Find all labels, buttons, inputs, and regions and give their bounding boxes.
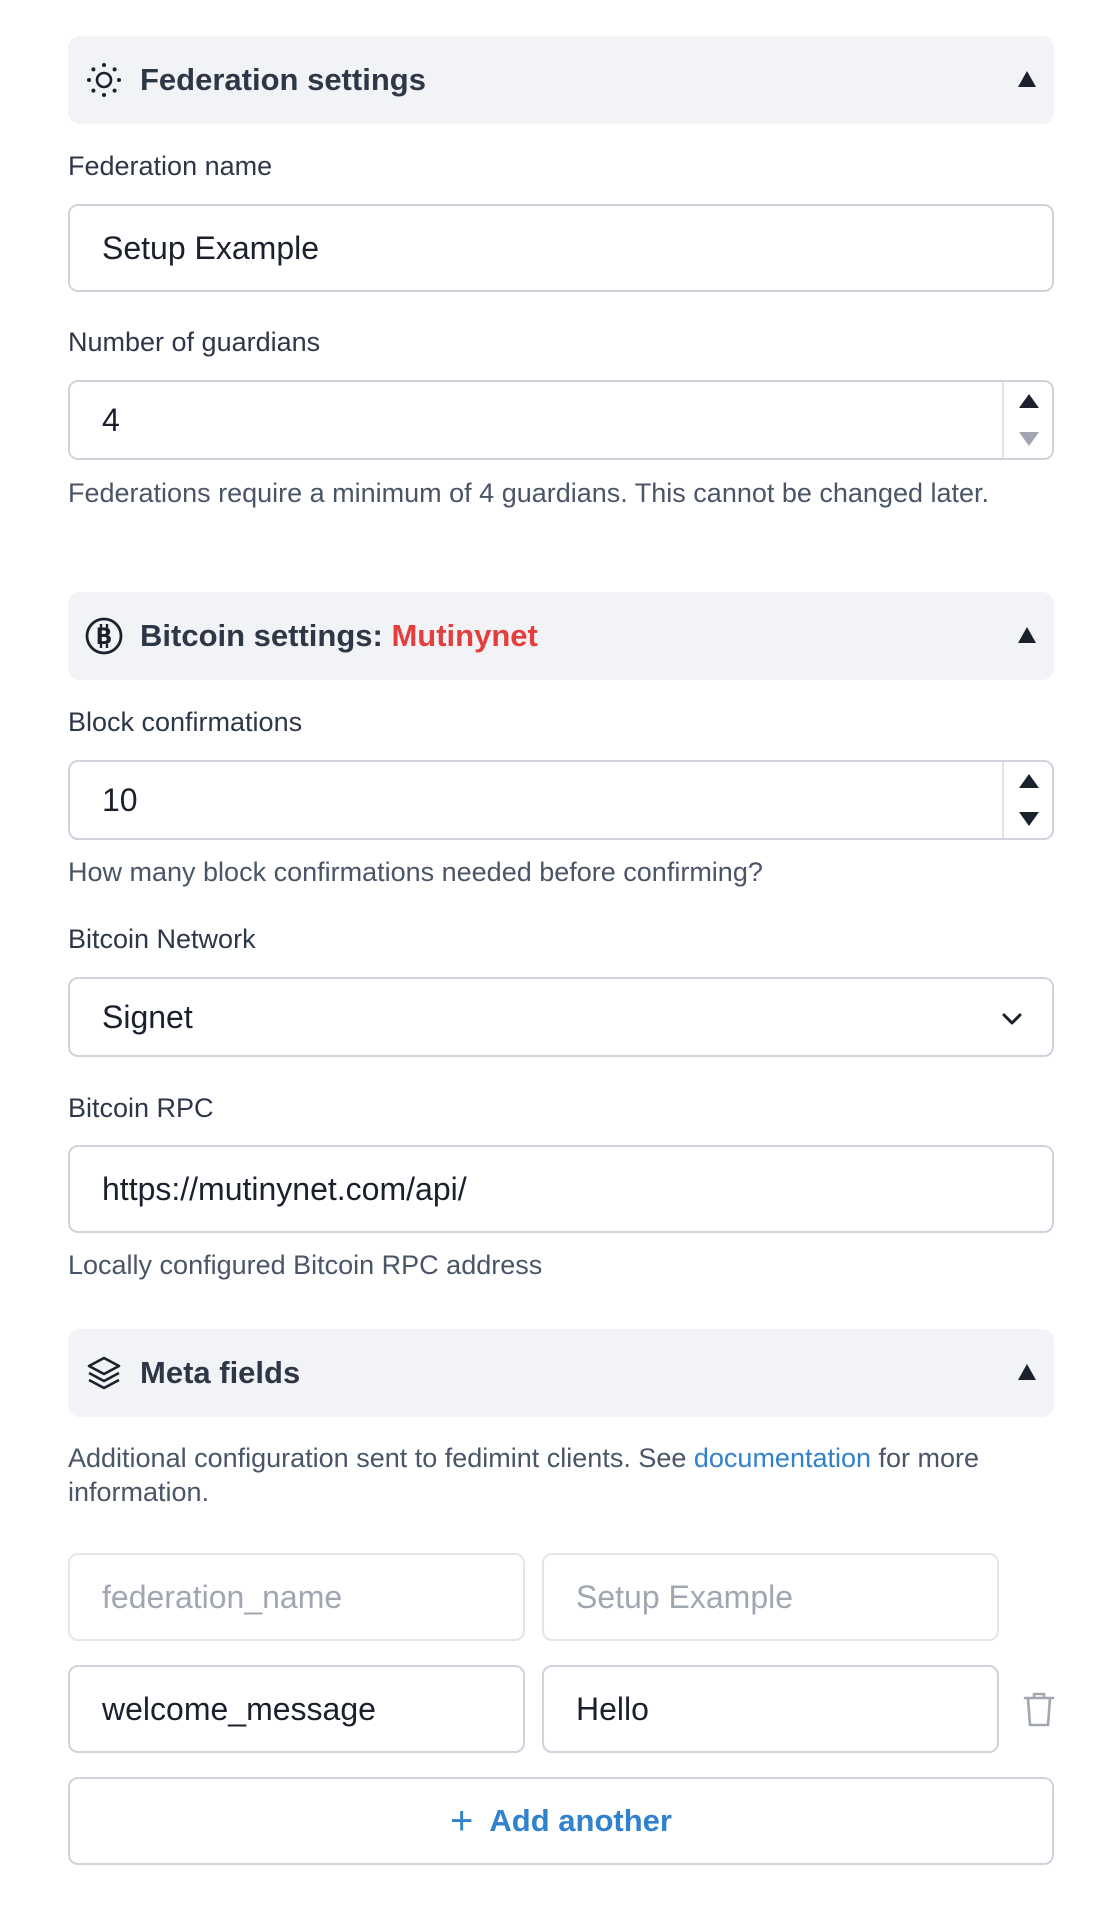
meta-helper: Additional configuration sent to fedimin… [68, 1441, 1058, 1509]
svg-text:B: B [96, 625, 113, 650]
guardians-value: 4 [102, 401, 120, 438]
decrement-icon[interactable] [1019, 432, 1039, 446]
documentation-link[interactable]: documentation [694, 1443, 871, 1473]
meta-value-value: Hello [576, 1690, 649, 1727]
guardians-stepper[interactable] [1002, 382, 1052, 458]
caret-up-icon [1018, 627, 1036, 643]
setup-form: Federation settings Federation name Setu… [0, 0, 1120, 1928]
meta-key-input[interactable]: federation_name [68, 1553, 525, 1641]
increment-icon[interactable] [1019, 774, 1039, 788]
sun-icon [87, 63, 121, 97]
bitcoin-network-label: Bitcoin Network [68, 924, 256, 954]
layers-icon [87, 1356, 121, 1390]
network-selected-value: Signet [102, 998, 193, 1035]
bitcoin-settings-header[interactable]: B Bitcoin settings: Mutinynet [68, 592, 1054, 680]
federation-name-label: Federation name [68, 151, 273, 181]
federation-name-input[interactable]: Setup Example [68, 204, 1054, 292]
bitcoin-rpc-label: Bitcoin RPC [68, 1093, 214, 1123]
confirmations-stepper[interactable] [1002, 762, 1052, 838]
meta-helper-text: Additional configuration sent to fedimin… [68, 1443, 687, 1473]
guardians-helper: Federations require a minimum of 4 guard… [68, 478, 990, 508]
network-badge: Mutinynet [391, 618, 538, 653]
section-title: Bitcoin settings: Mutinynet [140, 592, 538, 680]
federation-settings-header[interactable]: Federation settings [68, 36, 1054, 124]
confirmations-value: 10 [102, 781, 138, 818]
guardians-number-input[interactable]: 4 [68, 380, 1054, 460]
caret-up-icon [1018, 71, 1036, 87]
meta-value-input[interactable]: Setup Example [542, 1553, 999, 1641]
add-another-label: Add another [489, 1803, 672, 1838]
federation-name-value: Setup Example [102, 229, 320, 266]
plus-icon: + [450, 1799, 474, 1843]
rpc-value: https://mutinynet.com/api/ [102, 1170, 467, 1207]
meta-key-value: welcome_message [102, 1690, 376, 1727]
confirmations-helper: How many block confirmations needed befo… [68, 857, 763, 887]
section-title: Federation settings [140, 62, 426, 97]
chevron-down-icon [1002, 1013, 1022, 1025]
block-confirmations-input[interactable]: 10 [68, 760, 1054, 840]
section-title: Meta fields [140, 1355, 301, 1390]
bitcoin-rpc-input[interactable]: https://mutinynet.com/api/ [68, 1145, 1054, 1233]
block-confirmations-label: Block confirmations [68, 707, 303, 737]
meta-key-input[interactable]: welcome_message [68, 1665, 525, 1753]
increment-icon[interactable] [1019, 394, 1039, 408]
add-another-button[interactable]: + Add another [68, 1777, 1054, 1865]
caret-up-icon [1018, 1364, 1036, 1380]
rpc-helper: Locally configured Bitcoin RPC address [68, 1250, 543, 1280]
bitcoin-title-prefix: Bitcoin settings: [140, 618, 383, 653]
trash-icon[interactable] [1022, 1690, 1056, 1728]
guardians-label: Number of guardians [68, 327, 321, 357]
bitcoin-icon: B [85, 617, 123, 655]
bitcoin-network-select[interactable]: Signet [68, 977, 1054, 1057]
meta-value-value: Setup Example [576, 1578, 794, 1615]
meta-fields-header[interactable]: Meta fields [68, 1329, 1054, 1417]
meta-key-value: federation_name [102, 1578, 343, 1615]
meta-value-input[interactable]: Hello [542, 1665, 999, 1753]
decrement-icon[interactable] [1019, 812, 1039, 826]
